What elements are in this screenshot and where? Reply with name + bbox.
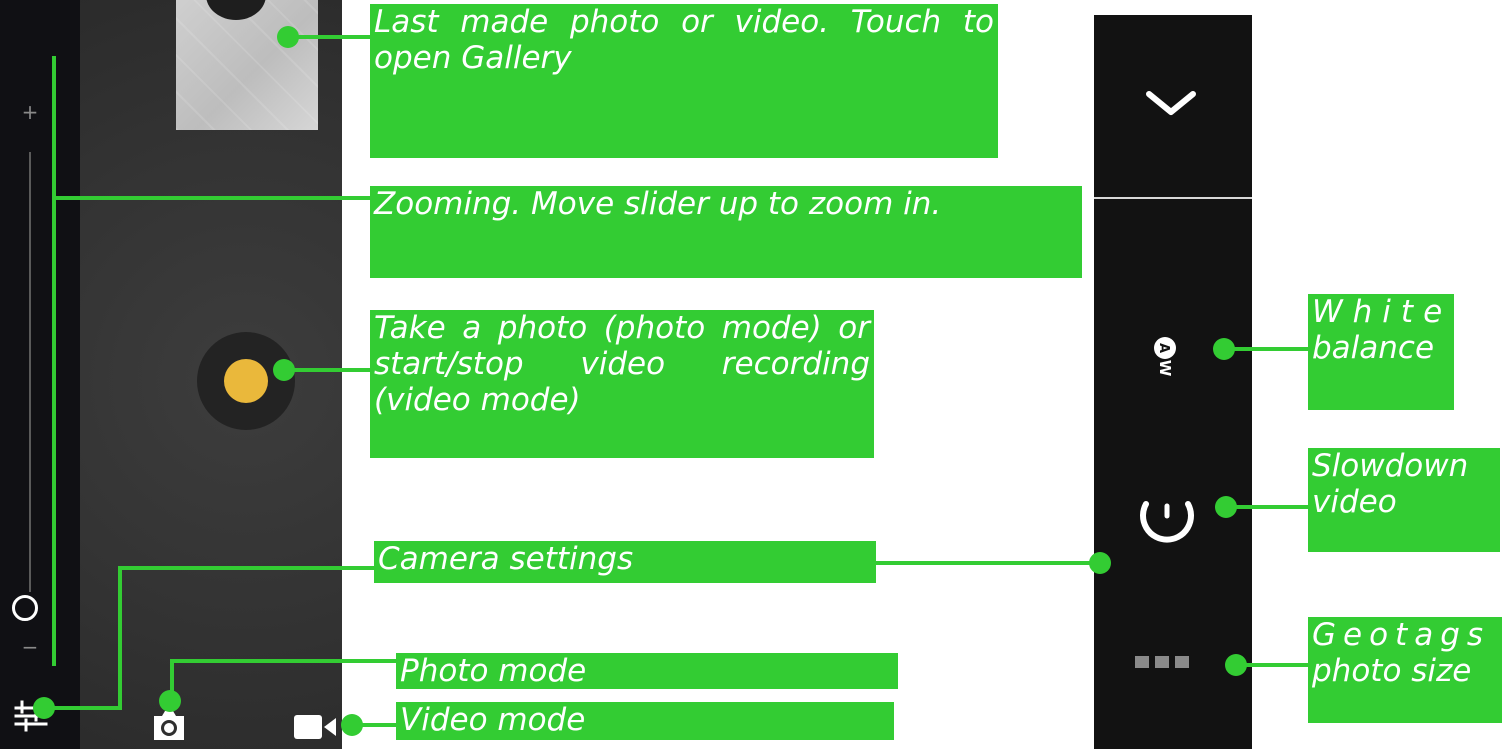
- leader-gallery: [288, 35, 372, 39]
- zoom-strip: [0, 0, 80, 749]
- leader-photo-h: [170, 659, 398, 663]
- pointer-dot-settings-icon: [33, 697, 55, 719]
- camera-settings-panel: [1094, 15, 1252, 749]
- leader-geotags: [1236, 663, 1310, 667]
- zoom-in-icon: +: [21, 100, 39, 124]
- leader-zoom: [54, 196, 372, 200]
- chevron-down-icon[interactable]: [1145, 88, 1197, 118]
- panel-divider: [1094, 197, 1252, 199]
- callout-slowdown-line1: Slowdown: [1312, 448, 1469, 484]
- last-photo-thumbnail[interactable]: [176, 0, 318, 130]
- callout-photo-mode: Photo mode: [396, 653, 898, 689]
- wb-auto-letter: A: [1156, 343, 1171, 353]
- pointer-dot-slowdown: [1215, 496, 1237, 518]
- pointer-dot-gallery: [277, 26, 299, 48]
- wb-w-letter: W: [1156, 360, 1174, 377]
- callout-white-balance-line2: balance: [1312, 330, 1435, 366]
- pointer-dot-shutter: [273, 359, 295, 381]
- callout-gallery: Last made photo or video. Touch to open …: [370, 4, 998, 158]
- slow-motion-icon[interactable]: [1134, 482, 1200, 548]
- callout-shutter: Take a photo (photo mode) or start/stop …: [370, 310, 874, 458]
- white-balance-auto-icon[interactable]: A W: [1150, 335, 1180, 377]
- circle-knob-icon[interactable]: [12, 595, 38, 621]
- callout-slowdown: Slowdown video: [1308, 448, 1500, 552]
- callout-geotags-line2: photo size: [1312, 653, 1472, 689]
- leader-settings-right: [874, 561, 1100, 565]
- callout-geotags-line1: Geotags: [1312, 617, 1491, 653]
- leader-settings-left-h: [118, 566, 376, 570]
- zoom-out-icon: −: [21, 635, 39, 659]
- shutter-button[interactable]: [224, 359, 268, 403]
- leader-shutter: [284, 368, 372, 372]
- callout-zoom: Zooming. Move slider up to zoom in.: [370, 186, 1082, 278]
- callout-slowdown-line2: video: [1312, 484, 1397, 520]
- pointer-dot-white-balance: [1213, 338, 1235, 360]
- zoom-bracket: [52, 56, 56, 666]
- pointer-dot-photo: [159, 690, 181, 712]
- video-camera-icon[interactable]: [294, 713, 336, 741]
- callout-white-balance: White balance: [1308, 294, 1454, 410]
- three-squares-icon[interactable]: [1135, 656, 1207, 670]
- callout-video-mode: Video mode: [396, 702, 894, 740]
- leader-white-balance: [1224, 347, 1310, 351]
- callout-white-balance-line1: White: [1312, 294, 1453, 330]
- pointer-dot-geotags: [1225, 654, 1247, 676]
- leader-slowdown: [1226, 505, 1310, 509]
- zoom-slider[interactable]: [29, 152, 31, 592]
- callout-geotags: Geotags photo size: [1308, 617, 1502, 723]
- pointer-dot-video: [341, 714, 363, 736]
- camera-icon[interactable]: [152, 708, 186, 742]
- leader-settings-left-v: [118, 566, 122, 710]
- pointer-dot-settings-panel: [1089, 552, 1111, 574]
- callout-camera-settings: Camera settings: [374, 541, 876, 583]
